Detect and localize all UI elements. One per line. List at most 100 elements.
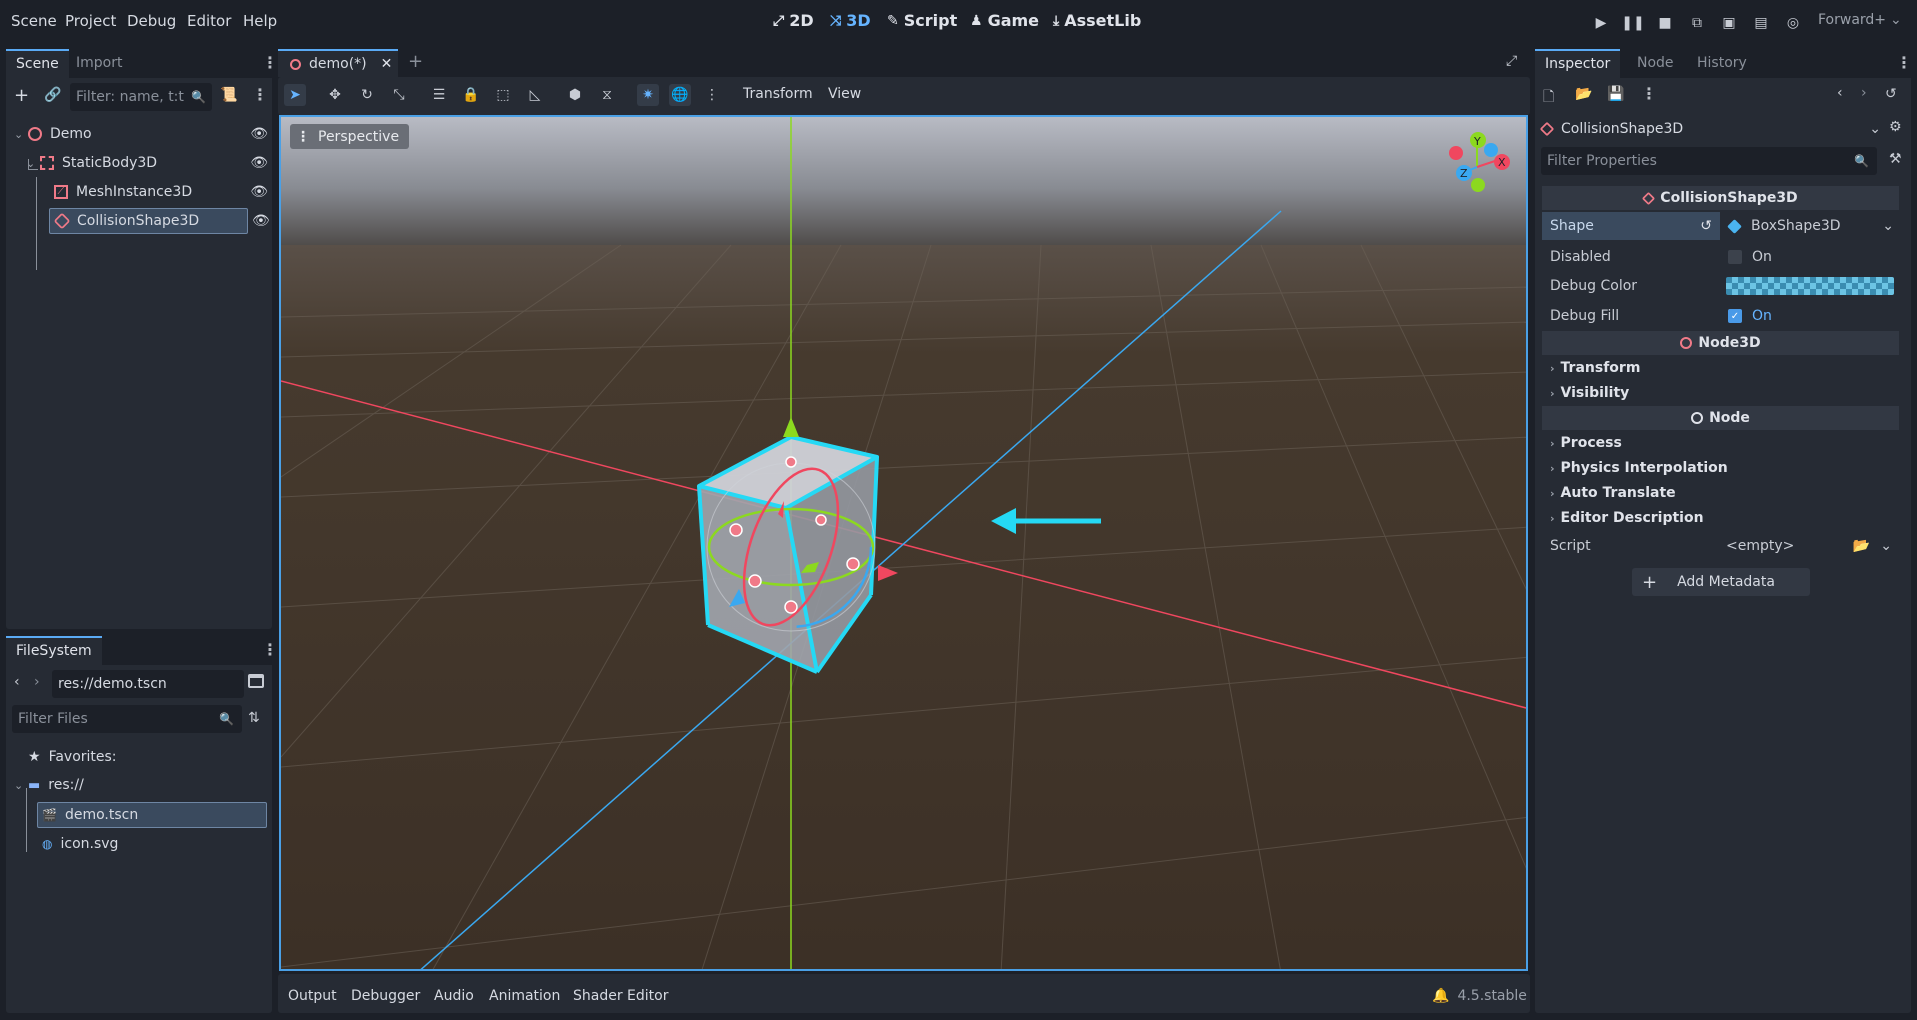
kebab-icon[interactable]: ⋮: [1896, 53, 1912, 72]
open-folder-icon[interactable]: 📂: [1575, 86, 1592, 102]
chevron-down-icon[interactable]: ⌄: [1880, 538, 1892, 554]
tab-animation[interactable]: Animation: [489, 988, 560, 1004]
kebab-icon[interactable]: ⋮: [262, 53, 278, 72]
orientation-gizmo[interactable]: Y X Z: [1441, 127, 1521, 202]
remote-debug-icon[interactable]: ⧉: [1687, 13, 1707, 33]
add-metadata-button[interactable]: + Add Metadata: [1632, 568, 1810, 596]
section-node[interactable]: Node: [1542, 406, 1899, 430]
tab-history[interactable]: History: [1687, 49, 1757, 78]
group-physics-interpolation[interactable]: › Physics Interpolation: [1542, 456, 1900, 480]
group-visibility[interactable]: › Visibility: [1542, 381, 1900, 405]
menu-project[interactable]: Project: [65, 12, 116, 30]
tree-item-meshinstance3d[interactable]: ⟋ MeshInstance3D 👁: [54, 179, 270, 205]
section-collisionshape3d[interactable]: CollisionShape3D: [1542, 186, 1899, 210]
menu-debug[interactable]: Debug: [127, 12, 176, 30]
eye-icon[interactable]: 👁: [250, 126, 268, 142]
stop-icon[interactable]: ■: [1655, 13, 1675, 33]
forward-icon[interactable]: ›: [1861, 85, 1867, 101]
revert-icon[interactable]: ↺: [1700, 218, 1712, 234]
tree-item-staticbody3d[interactable]: ⌄ StaticBody3D 👁: [26, 150, 270, 176]
file-icon-svg[interactable]: ◍ icon.svg: [42, 831, 268, 857]
favorites-row[interactable]: ★ Favorites:: [28, 744, 268, 770]
path-field[interactable]: res://demo.tscn: [52, 670, 244, 698]
kebab-icon[interactable]: ⋮: [262, 640, 278, 659]
debug-color-swatch[interactable]: [1726, 277, 1894, 295]
bell-icon[interactable]: 🔔: [1432, 988, 1449, 1004]
movie-maker-icon[interactable]: ◎: [1783, 13, 1803, 33]
play-scene-icon[interactable]: ▣: [1719, 13, 1739, 33]
pause-icon[interactable]: ❚❚: [1621, 13, 1644, 33]
node-selector[interactable]: CollisionShape3D ⌄: [1539, 115, 1881, 143]
scale-tool-icon[interactable]: ⤡: [388, 84, 410, 106]
new-resource-icon[interactable]: 🗋: [1543, 86, 1554, 110]
perspective-menu[interactable]: ⋮ Perspective: [290, 124, 410, 149]
menu-transform[interactable]: Transform: [743, 86, 813, 102]
local-space-icon[interactable]: ⬢: [564, 84, 586, 106]
environment-preview-icon[interactable]: 🌐: [669, 84, 691, 106]
add-node-icon[interactable]: +: [14, 85, 29, 106]
tab-debugger[interactable]: Debugger: [351, 988, 420, 1004]
workspace-assetlib[interactable]: ⤓ AssetLib: [1053, 11, 1141, 30]
group-auto-translate[interactable]: › Auto Translate: [1542, 481, 1900, 505]
link-icon[interactable]: 🔗: [44, 87, 61, 103]
file-filter-input[interactable]: Filter Files 🔍: [12, 705, 242, 733]
tree-item-collisionshape3d[interactable]: CollisionShape3D: [49, 208, 248, 234]
lock-icon[interactable]: 🔒: [460, 84, 482, 106]
rotate-tool-icon[interactable]: ↻: [356, 84, 378, 106]
sort-icon[interactable]: ⇅: [248, 710, 260, 726]
menu-view[interactable]: View: [828, 86, 861, 102]
split-view-icon[interactable]: [248, 674, 264, 688]
group-transform[interactable]: › Transform: [1542, 356, 1900, 380]
sun-preview-icon[interactable]: ✷: [637, 84, 659, 106]
tab-import[interactable]: Import: [66, 49, 132, 78]
tab-node[interactable]: Node: [1627, 49, 1684, 78]
ruler-icon[interactable]: ◺: [524, 84, 546, 106]
file-demo-tscn[interactable]: 🎬 demo.tscn: [37, 802, 267, 828]
tab-scene[interactable]: Scene: [6, 49, 69, 78]
debug-fill-checkbox[interactable]: ✓ On: [1720, 308, 1772, 324]
object-properties-icon[interactable]: ⚙: [1889, 119, 1902, 135]
save-icon[interactable]: 💾: [1607, 86, 1624, 102]
tab-audio[interactable]: Audio: [434, 988, 474, 1004]
script-picker[interactable]: <empty> 📂 ⌄: [1720, 538, 1900, 554]
kebab-icon[interactable]: ⋮: [701, 84, 723, 106]
move-tool-icon[interactable]: ✥: [324, 84, 346, 106]
workspace-game[interactable]: ♟ Game: [970, 11, 1039, 30]
workspace-script[interactable]: ✎ Script: [887, 11, 957, 30]
load-folder-icon[interactable]: 📂: [1853, 538, 1870, 554]
eye-icon[interactable]: 👁: [250, 184, 268, 200]
scene-filter-input[interactable]: Filter: name, t:t 🔍: [70, 83, 212, 111]
group-process[interactable]: › Process: [1542, 431, 1900, 455]
menu-editor[interactable]: Editor: [187, 12, 231, 30]
eye-icon[interactable]: 👁: [252, 213, 270, 229]
history-icon[interactable]: ↺: [1885, 86, 1897, 102]
eye-icon[interactable]: 👁: [250, 155, 268, 171]
play-icon[interactable]: ▶: [1591, 13, 1611, 33]
forward-icon[interactable]: ›: [34, 674, 40, 690]
tab-shader-editor[interactable]: Shader Editor: [573, 988, 668, 1004]
tab-output[interactable]: Output: [288, 988, 337, 1004]
play-custom-scene-icon[interactable]: ▤: [1751, 13, 1771, 33]
tab-filesystem[interactable]: FileSystem: [6, 636, 102, 665]
tab-demo[interactable]: demo(*) ✕: [278, 49, 398, 77]
group-icon[interactable]: ⬚: [492, 84, 514, 106]
attach-script-icon[interactable]: 📜: [220, 87, 237, 103]
3d-viewport[interactable]: ⋮ Perspective Y X Z: [279, 115, 1528, 971]
folder-res[interactable]: ⌄ ▬ res://: [14, 772, 268, 798]
distraction-free-icon[interactable]: ⤢: [1506, 53, 1517, 69]
select-tool-icon[interactable]: ➤: [284, 84, 306, 106]
workspace-2d[interactable]: ⤢ 2D: [773, 11, 814, 30]
workspace-3d[interactable]: ⤨ 3D: [830, 11, 871, 30]
tools-icon[interactable]: ⚒: [1889, 151, 1902, 167]
menu-scene[interactable]: Scene: [11, 12, 57, 30]
tab-inspector[interactable]: Inspector: [1535, 49, 1621, 78]
section-node3d[interactable]: Node3D: [1542, 331, 1899, 355]
menu-help[interactable]: Help: [243, 12, 277, 30]
list-select-icon[interactable]: ☰: [428, 84, 450, 106]
back-icon[interactable]: ‹: [1837, 85, 1843, 101]
tree-item-demo[interactable]: ⌄ Demo 👁: [14, 121, 270, 147]
disabled-checkbox[interactable]: On: [1720, 249, 1772, 265]
kebab-icon[interactable]: ⋮: [1641, 84, 1657, 103]
renderer-select[interactable]: Forward+ ⌄: [1818, 12, 1902, 28]
back-icon[interactable]: ‹: [14, 674, 20, 690]
